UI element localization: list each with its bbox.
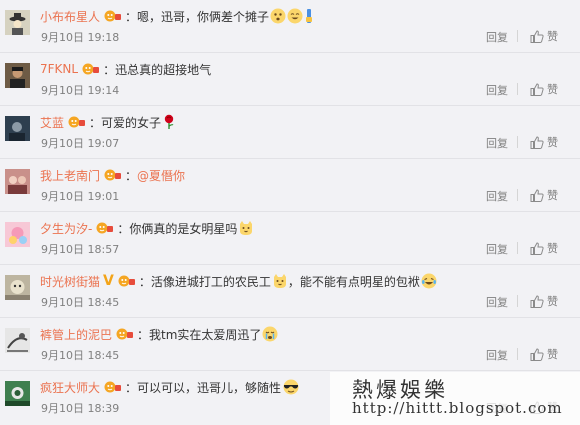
comment-time: 9月10日 19:01 [41,190,120,203]
like-label: 赞 [547,83,558,96]
thumbs-up-icon [530,241,544,255]
comment-text: 可以可以，迅哥儿，够随性 [137,380,282,395]
like-label: 赞 [547,136,558,149]
comment-row: 裤管上的泥巴 ： 我tm实在太爱周迅了 9月10日 18:45 回复 赞 [0,318,580,371]
shocked-face-icon [270,8,286,24]
comment-time: 9月10日 19:14 [41,84,120,97]
comment-row: 夕生为汐- ： 你俩真的是女明星吗 9月10日 18:57 回复 赞 [0,212,580,265]
like-button[interactable]: 赞 [530,346,558,362]
comment-time: 9月10日 18:45 [41,349,120,362]
cat-face-icon [272,273,288,289]
member-badge-icon[interactable] [104,381,122,393]
divider [517,136,518,148]
like-button[interactable]: 赞 [530,187,558,203]
reply-button[interactable]: 回复 [486,241,508,257]
grin-face-icon [287,8,303,24]
rose-icon [162,114,176,130]
avatar[interactable] [5,116,30,141]
avatar[interactable] [5,63,30,88]
member-badge-icon[interactable] [116,328,134,340]
username[interactable]: 时光树街猫 [40,273,100,290]
member-badge-icon[interactable] [96,222,114,234]
like-button[interactable]: 赞 [530,81,558,97]
comment-row: 我上老南门 ： @夏僭你 9月10日 19:01 回复 赞 [0,159,580,212]
username[interactable]: 疯狂大师大 [40,379,100,396]
avatar[interactable] [5,10,30,35]
divider [517,30,518,42]
comment-text-continued: ，能不能有点明星的包袱 [287,274,420,289]
member-badge-icon[interactable] [68,116,86,128]
divider [517,348,518,360]
thumbs-up-icon [530,135,544,149]
member-badge-icon[interactable] [82,63,100,75]
thumbs-up-icon [530,347,544,361]
like-button[interactable]: 赞 [530,240,558,256]
avatar[interactable] [5,328,30,353]
username[interactable]: 小布布星人 [40,8,100,25]
member-badge-icon[interactable] [104,169,122,181]
zipper-emoji-icon [304,8,314,24]
comment-row: 艾蓝 ： 可爱的女子 9月10日 19:07 回复 赞 [0,106,580,159]
username[interactable]: 裤管上的泥巴 [40,326,112,343]
comment-row: 7FKNL ： 迅总真的超接地气 9月10日 19:14 回复 赞 [0,53,580,106]
comment-time: 9月10日 19:18 [41,31,120,44]
comment-time: 9月10日 19:07 [41,137,120,150]
comment-row: 小布布星人 ： 嗯，迅哥，你俩差个摊子 9月10日 19:18 回复 赞 [0,0,580,53]
like-button[interactable]: 赞 [530,293,558,309]
avatar[interactable] [5,169,30,194]
comment-text: 我tm实在太爱周迅了 [149,327,262,342]
like-button[interactable]: 赞 [530,28,558,44]
comment-time: 9月10日 18:39 [41,402,120,415]
mention-link[interactable]: @夏僭你 [137,167,185,184]
comment-text: 你俩真的是女明星吗 [129,221,238,236]
reply-button[interactable]: 回复 [486,135,508,151]
username[interactable]: 夕生为汐- [40,220,92,237]
watermark-url: http://hittt.blogspot.com [352,399,563,417]
laughing-tears-icon [421,273,437,289]
divider [517,295,518,307]
comment-text: 活像进城打工的农民工 [150,274,271,289]
reply-button[interactable]: 回复 [486,188,508,204]
reply-button[interactable]: 回复 [486,347,508,363]
avatar[interactable] [5,381,30,406]
member-badge-icon[interactable] [104,10,122,22]
divider [517,189,518,201]
comment-text: 迅总真的超接地气 [115,62,212,77]
avatar[interactable] [5,275,30,300]
like-label: 赞 [547,295,558,308]
like-button[interactable]: 赞 [530,134,558,150]
like-label: 赞 [547,30,558,43]
member-badge-icon[interactable] [118,275,136,287]
thumbs-up-icon [530,188,544,202]
thumbs-up-icon [530,29,544,43]
divider [517,83,518,95]
crying-face-icon [262,326,278,342]
like-label: 赞 [547,348,558,361]
thumbs-up-icon [530,82,544,96]
username[interactable]: 7FKNL [40,62,78,76]
reply-button[interactable]: 回复 [486,82,508,98]
comment-row: 时光树街猫 V ： 活像进城打工的农民工 ，能不能有点明星的包袱 9月10日 1… [0,265,580,318]
avatar[interactable] [5,222,30,247]
reply-button[interactable]: 回复 [486,294,508,310]
like-label: 赞 [547,189,558,202]
divider [517,242,518,254]
verified-v-icon[interactable]: V [103,274,114,288]
like-label: 赞 [547,242,558,255]
comment-text: 可爱的女子 [101,115,162,130]
comment-text: 嗯，迅哥，你俩差个摊子 [137,9,270,24]
username[interactable]: 艾蓝 [40,114,64,131]
comment-time: 9月10日 18:57 [41,243,120,256]
comment-time: 9月10日 18:45 [41,296,120,309]
cat-face-icon [238,220,254,236]
reply-button[interactable]: 回复 [486,29,508,45]
sunglasses-face-icon [282,379,300,395]
thumbs-up-icon [530,294,544,308]
username[interactable]: 我上老南门 [40,167,100,184]
